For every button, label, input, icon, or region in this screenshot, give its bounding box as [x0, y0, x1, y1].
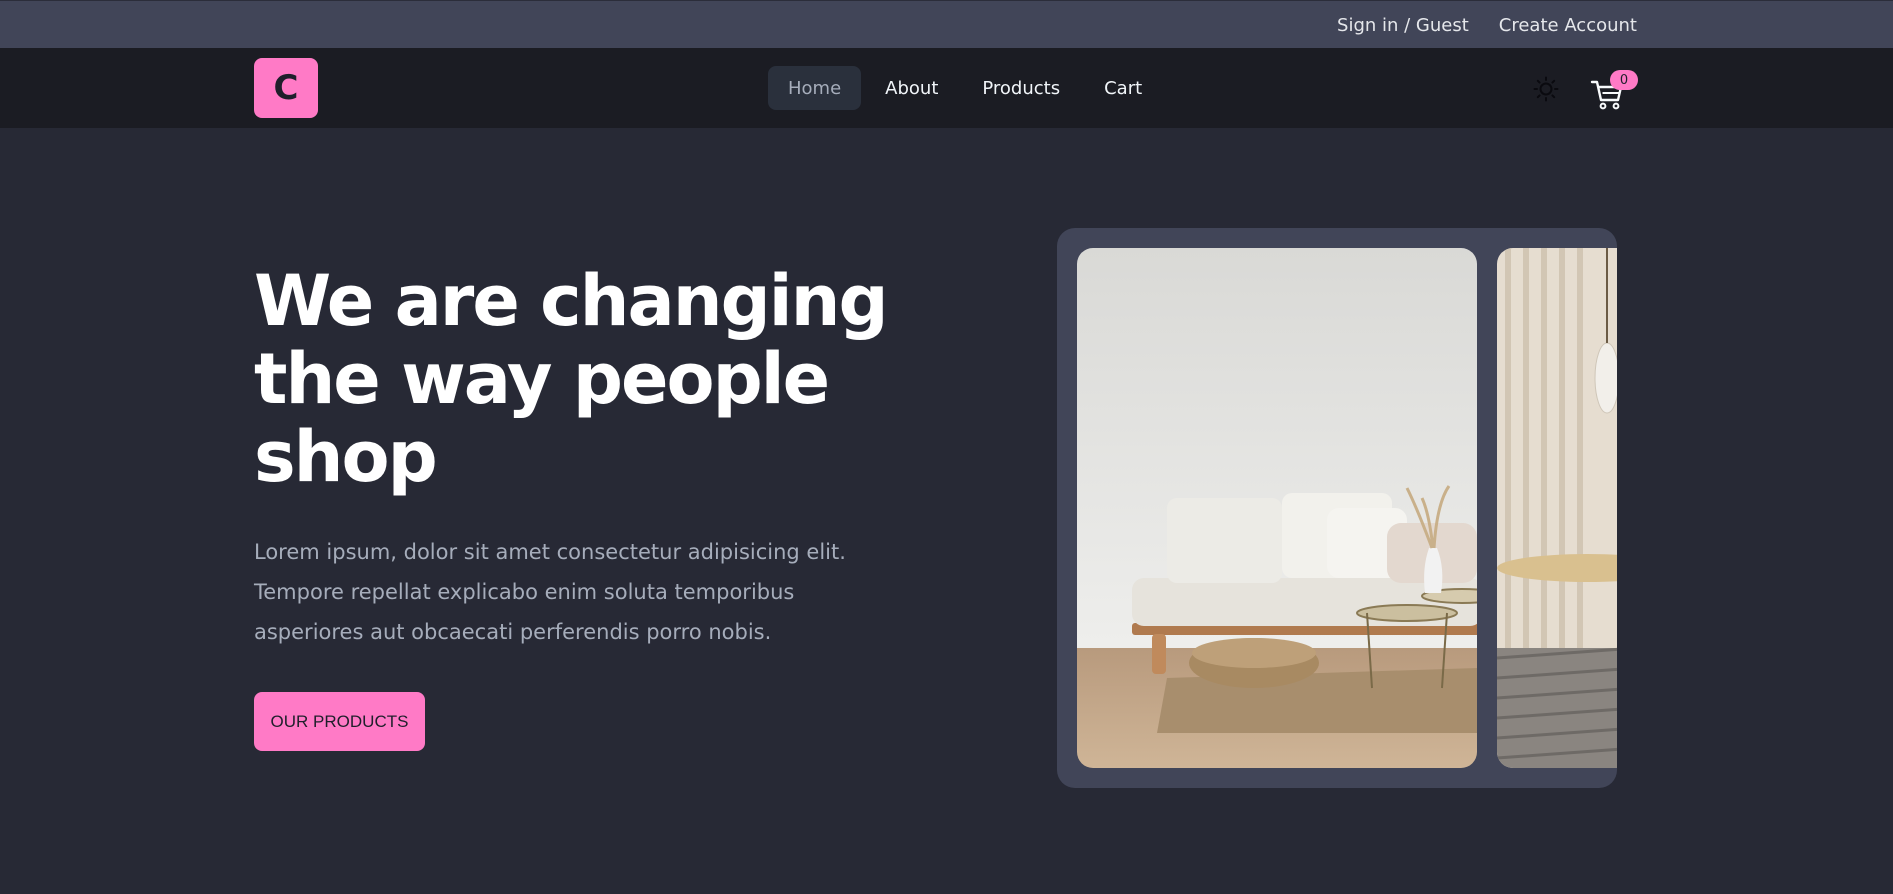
navbar: C Home About Products Cart 0 [0, 48, 1893, 128]
nav-link-products[interactable]: Products [962, 66, 1080, 110]
nav-link-about[interactable]: About [865, 66, 958, 110]
nav-link-cart[interactable]: Cart [1084, 66, 1162, 110]
hero-carousel[interactable] [1057, 228, 1617, 788]
sun-icon[interactable] [1533, 76, 1559, 102]
our-products-button[interactable]: OUR PRODUCTS [254, 692, 425, 751]
nav-links: Home About Products Cart [768, 66, 1162, 110]
logo[interactable]: C [254, 58, 318, 118]
top-bar: Sign in / Guest Create Account [0, 0, 1893, 48]
cart-button[interactable]: 0 [1590, 70, 1638, 110]
sign-in-link[interactable]: Sign in / Guest [1337, 15, 1469, 36]
carousel-image-interior [1497, 248, 1617, 768]
hero-description: Lorem ipsum, dolor sit amet consectetur … [254, 540, 846, 644]
create-account-link[interactable]: Create Account [1499, 15, 1637, 36]
top-bar-links: Sign in / Guest Create Account [1337, 1, 1637, 49]
cart-count-badge: 0 [1610, 70, 1638, 90]
nav-link-home[interactable]: Home [768, 66, 862, 110]
carousel-image-sofa [1077, 248, 1477, 768]
hero-title: We are changing the way people shop [254, 260, 889, 498]
